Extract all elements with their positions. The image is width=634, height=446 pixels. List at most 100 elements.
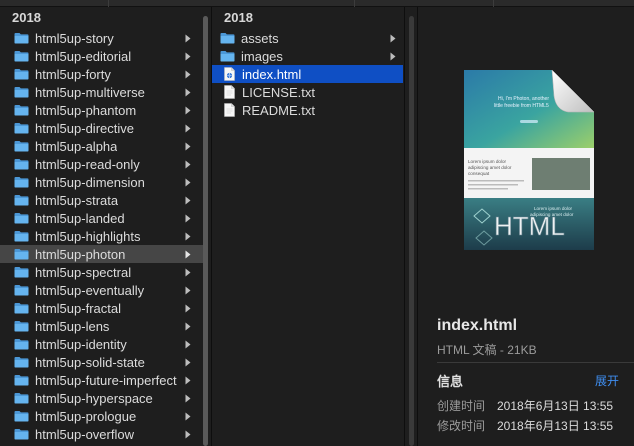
row-label: html5up-solid-state [35,354,145,370]
chevron-right-icon [184,191,192,209]
row-label: html5up-phantom [35,102,137,118]
row-label: html5up-spectral [35,264,132,280]
folder-row[interactable]: html5up-identity [0,335,203,353]
chevron-right-icon [184,335,192,353]
created-row: 创建时间 2018年6月13日 13:55 [437,397,613,414]
folder-row[interactable]: html5up-story [0,29,203,47]
row-label: assets [241,30,279,46]
folder-row[interactable]: html5up-directive [0,119,203,137]
folder-row[interactable]: html5up-hyperspace [0,389,203,407]
browser-column-1[interactable]: 2018 html5up-story html5up-editorial html5… [0,7,203,446]
folder-row[interactable]: html5up-spectral [0,263,203,281]
show-more-button[interactable]: 展开 [595,372,619,389]
row-label: html5up-read-only [35,156,140,172]
folder-icon [14,87,29,98]
folder-icon [14,33,29,44]
folder-row[interactable]: html5up-overflow [0,425,203,443]
created-label: 创建时间 [437,399,486,413]
chevron-right-icon [184,281,192,299]
folder-list: html5up-story html5up-editorial html5up-fo… [0,29,203,443]
folder-row[interactable]: html5up-landed [0,209,203,227]
chevron-right-icon [184,371,192,389]
chevron-right-icon [184,101,192,119]
scrollbar[interactable] [203,16,208,446]
modified-label: 修改时间 [437,419,486,433]
folder-icon [14,375,29,386]
row-label: html5up-fractal [35,300,121,316]
column-header: 2018 [212,7,403,29]
chevron-right-icon [184,65,192,83]
chevron-right-icon [184,389,192,407]
folder-row[interactable]: html5up-dimension [0,173,203,191]
folder-row[interactable]: html5up-read-only [0,155,203,173]
folder-icon [14,285,29,296]
preview-pane: Hi, I'm Photon, another little freebie f… [418,7,634,446]
chevron-right-icon [184,317,192,335]
row-label: html5up-forty [35,66,111,82]
folder-row[interactable]: html5up-forty [0,65,203,83]
toolbar-strip [0,0,634,7]
folder-row[interactable]: html5up-multiverse [0,83,203,101]
file-row[interactable]: LICENSE.txt [212,83,403,101]
thumb-body-line: consequat [468,171,490,176]
browser-column-2[interactable]: 2018 assets images index.html LICENSE.txt RE… [212,7,403,446]
row-label: html5up-dimension [35,174,145,190]
row-label: html5up-highlights [35,228,141,244]
modified-row: 修改时间 2018年6月13日 13:55 [437,417,613,434]
folder-row[interactable]: html5up-fractal [0,299,203,317]
row-label: html5up-identity [35,336,127,352]
toolbar-separator [354,0,355,7]
folder-row[interactable]: html5up-future-imperfect [0,371,203,389]
chevron-right-icon [184,227,192,245]
chevron-right-icon [184,47,192,65]
text-file-icon [224,103,235,117]
folder-icon [14,249,29,260]
folder-row[interactable]: html5up-eventually [0,281,203,299]
scrollbar[interactable] [409,16,414,446]
row-label: html5up-hyperspace [35,390,153,406]
folder-row[interactable]: html5up-alpha [0,137,203,155]
row-label: html5up-alpha [35,138,118,154]
folder-icon [14,339,29,350]
file-row[interactable]: index.html [212,65,403,83]
folder-row[interactable]: html5up-photon [0,245,203,263]
toolbar-separator [108,0,109,7]
folder-icon [14,177,29,188]
folder-icon [14,159,29,170]
folder-icon [14,141,29,152]
folder-icon [14,123,29,134]
row-label: html5up-landed [35,210,125,226]
chevron-right-icon [184,353,192,371]
info-section-title: 信息 [437,374,464,389]
chevron-right-icon [389,47,397,65]
row-label: html5up-strata [35,192,119,208]
folder-row[interactable]: html5up-phantom [0,101,203,119]
folder-row[interactable]: html5up-strata [0,191,203,209]
row-label: html5up-editorial [35,48,132,64]
folder-row[interactable]: html5up-lens [0,317,203,335]
folder-icon [14,231,29,242]
folder-row[interactable]: html5up-highlights [0,227,203,245]
folder-icon [14,303,29,314]
file-row[interactable]: README.txt [212,101,403,119]
column-divider[interactable] [404,7,405,446]
html-file-icon [224,67,235,81]
chevron-right-icon [389,29,397,47]
chevron-right-icon [184,83,192,101]
column-header: 2018 [0,7,203,29]
preview-kind-size: HTML 文稿 - 21KB [437,343,537,357]
folder-row[interactable]: images [212,47,403,65]
folder-row[interactable]: html5up-solid-state [0,353,203,371]
created-value: 2018年6月13日 13:55 [497,399,614,413]
chevron-right-icon [184,425,192,443]
row-label: LICENSE.txt [242,84,315,100]
folder-row[interactable]: html5up-prologue [0,407,203,425]
row-label: html5up-story [35,30,114,46]
folder-row[interactable]: assets [212,29,403,47]
folder-icon [14,195,29,206]
folder-icon [14,213,29,224]
row-label: index.html [242,66,302,82]
folder-icon [14,429,29,440]
folder-row[interactable]: html5up-editorial [0,47,203,65]
chevron-right-icon [184,29,192,47]
